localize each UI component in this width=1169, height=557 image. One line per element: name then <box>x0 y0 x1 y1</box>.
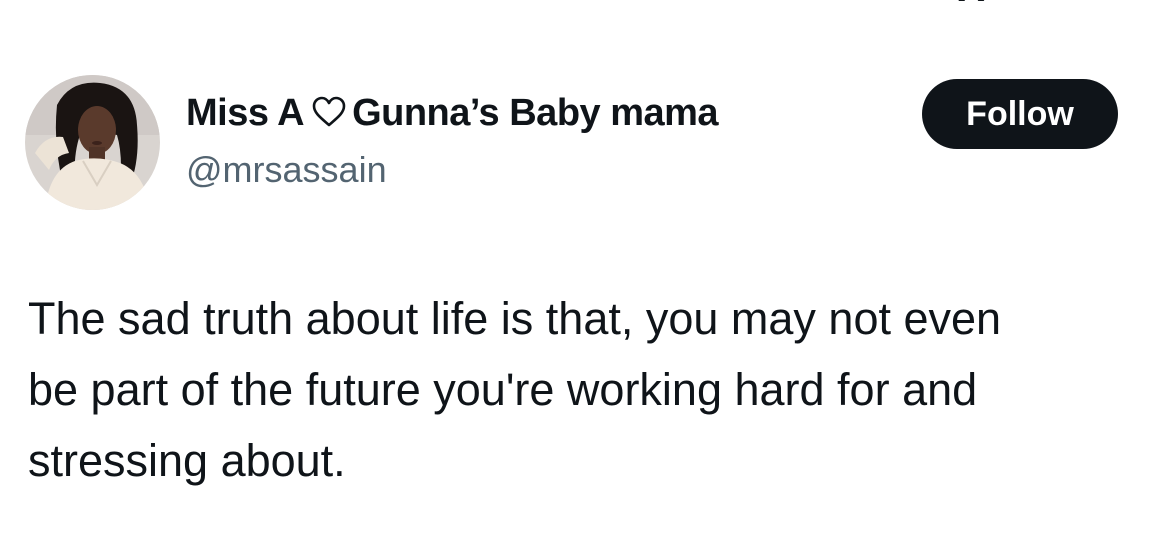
tweet-text-line: be part of the future you're working har… <box>28 364 978 415</box>
avatar[interactable] <box>25 75 160 210</box>
app-logo-text: X <box>958 0 987 8</box>
avatar-photo-icon <box>25 75 160 210</box>
outline-heart-icon <box>312 93 346 139</box>
author-display-name[interactable]: Miss A Gunna’s Baby mama <box>186 90 719 139</box>
tweet-text: The sad truth about life is that, you ma… <box>28 283 1153 496</box>
author-handle[interactable]: @mrsassain <box>186 148 387 192</box>
tweet-text-line: stressing about. <box>28 435 346 486</box>
app-logo-partial: X <box>958 0 1030 10</box>
tweet-text-line: The sad truth about life is that, you ma… <box>28 293 1002 344</box>
display-name-second: Gunna’s Baby mama <box>352 92 719 134</box>
follow-button[interactable]: Follow <box>922 79 1118 149</box>
display-name-first: Miss A <box>186 92 305 134</box>
